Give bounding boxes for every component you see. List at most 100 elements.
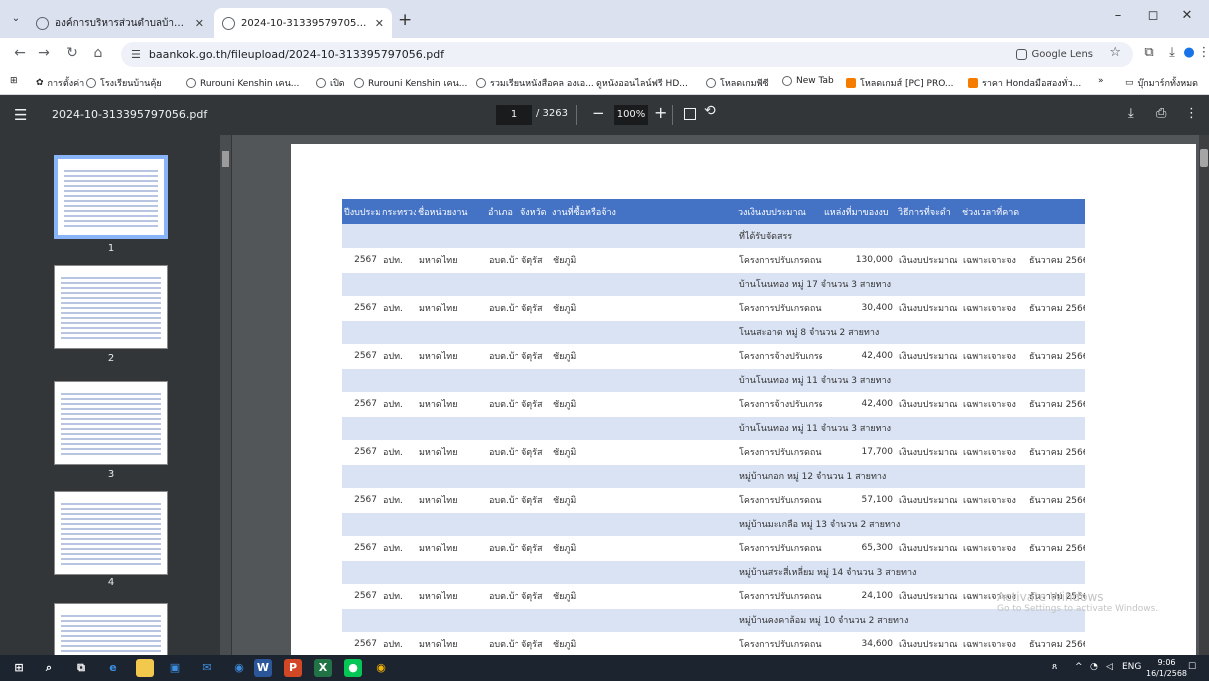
tab-search-chevron-icon[interactable]: ⌄ xyxy=(8,11,24,27)
page-thumbnail-1[interactable] xyxy=(54,155,168,239)
bookmark-item[interactable]: ✿ การตั้งค่า xyxy=(36,76,84,90)
rotate-icon[interactable]: ⟲ xyxy=(704,103,716,119)
page-thumbnail-3[interactable] xyxy=(54,381,168,465)
cell-ministry: อปท. xyxy=(380,248,416,273)
bookmark-item[interactable]: Rurouni Kenshin เคน... xyxy=(186,76,299,90)
close-tab-icon[interactable]: ✕ xyxy=(375,17,384,30)
table-subheader-row: ที่ได้รับจัดสรร xyxy=(342,224,1086,249)
print-icon[interactable]: ⎙ xyxy=(1156,106,1166,121)
cell-empty xyxy=(342,368,736,393)
watermark-line2: Go to Settings to activate Windows. xyxy=(997,604,1159,614)
cell-period: ธันวาคม 2566 xyxy=(1026,296,1086,321)
clock[interactable]: 9:06 16/1/2568 xyxy=(1146,657,1187,679)
zoom-in-button[interactable]: + xyxy=(654,103,667,122)
cell-province: ชัยภูมิ xyxy=(550,584,736,609)
site-info-icon[interactable]: ☰ xyxy=(131,48,141,61)
extensions-icon[interactable]: ⧉ xyxy=(1140,45,1158,60)
bookmark-item[interactable]: ดูหนังออนไลน์ฟรี HD... xyxy=(596,76,688,90)
powerpoint-icon[interactable]: P xyxy=(284,659,302,677)
thumbnail-scrollbar[interactable] xyxy=(220,135,231,655)
apps-grid-icon[interactable]: ⊞ xyxy=(10,76,18,86)
all-bookmarks-item[interactable]: ▭ บุ๊กมาร์กทั้งหมด xyxy=(1125,76,1198,90)
tab-title: องค์การบริหารส่วนตำบลบ้านกอก อ.จ... xyxy=(55,17,189,29)
store-icon[interactable]: ▣ xyxy=(166,659,184,677)
bookmarks-overflow-button[interactable]: » xyxy=(1098,76,1104,86)
search-icon[interactable]: ⌕ xyxy=(40,659,58,677)
cell-province: ชัยภูมิ xyxy=(550,488,736,513)
people-icon[interactable]: ጸ xyxy=(1052,662,1057,672)
url-text: baankok.go.th/fileupload/2024-10-3133957… xyxy=(148,48,445,61)
cell-project: โครงการจ้างปรับเกรดถนนลูกรังภายในหมู่บ้ xyxy=(736,344,822,369)
col-header: กระทรวง xyxy=(380,199,416,224)
tab-pdf[interactable]: 2024-10-313395797056.pdf ✕ xyxy=(214,8,392,38)
kebab-menu-icon[interactable]: ⋮ xyxy=(1195,45,1209,60)
page-thumbnail-5[interactable] xyxy=(54,603,168,655)
cell-amount: 30,400 xyxy=(822,296,896,321)
excel-icon[interactable]: X xyxy=(314,659,332,677)
zoom-out-button[interactable]: − xyxy=(592,104,605,122)
cell-source: เงินงบประมาณ xyxy=(896,392,960,417)
minimize-button[interactable]: – xyxy=(1103,8,1133,23)
cell-ministry: อปท. xyxy=(380,584,416,609)
fit-page-icon[interactable] xyxy=(684,108,696,120)
notification-icon[interactable]: ☐ xyxy=(1188,662,1196,672)
thumbnail-scrollbar-thumb[interactable] xyxy=(222,151,229,167)
close-tab-icon[interactable]: ✕ xyxy=(195,17,204,30)
network-icon[interactable]: ◔ xyxy=(1090,662,1098,672)
viewer-scrollbar[interactable] xyxy=(1199,135,1209,655)
bookmark-star-icon[interactable]: ☆ xyxy=(1109,45,1121,60)
zoom-input[interactable]: 100% xyxy=(614,105,648,125)
chrome-icon[interactable]: ◉ xyxy=(372,659,390,677)
more-actions-icon[interactable]: ⋮ xyxy=(1185,106,1198,121)
word-icon[interactable]: W xyxy=(254,659,272,677)
bookmark-item[interactable]: Rurouni Kenshin เคน... xyxy=(354,76,467,90)
mail-icon[interactable]: ✉ xyxy=(198,659,216,677)
page-number-input[interactable]: 1 xyxy=(496,105,532,125)
new-tab-button[interactable]: + xyxy=(398,10,412,30)
file-explorer-icon[interactable] xyxy=(136,659,154,677)
viewer-scrollbar-thumb[interactable] xyxy=(1200,149,1208,167)
menu-icon[interactable]: ☰ xyxy=(14,106,27,124)
cell-ministry: อปท. xyxy=(380,488,416,513)
reload-icon[interactable]: ↻ xyxy=(62,45,82,61)
bookmark-item[interactable]: New Tab xyxy=(782,76,834,86)
maximize-button[interactable]: ◻ xyxy=(1138,8,1168,23)
cell-agency: อบต.บ้านกอก xyxy=(486,440,518,465)
close-window-button[interactable]: ✕ xyxy=(1172,8,1202,23)
tab-baankok-site[interactable]: องค์การบริหารส่วนตำบลบ้านกอก อ.จ... ✕ xyxy=(28,8,212,38)
forward-arrow-icon[interactable]: → xyxy=(34,45,54,61)
address-bar[interactable]: ☰ baankok.go.th/fileupload/2024-10-31339… xyxy=(121,42,1133,67)
pdf-toolbar: ☰ 2024-10-313395797056.pdf 1 / 3263 − 10… xyxy=(0,95,1209,135)
cell-project: โครงการจ้างปรับเกรดถนนลูกรังภายใน xyxy=(736,392,822,417)
chrome-icon[interactable]: ◉ xyxy=(230,659,248,677)
bookmark-label: การตั้งค่า xyxy=(47,79,85,89)
tray-overflow-icon[interactable]: ^ xyxy=(1075,662,1083,672)
cell-amount: 42,400 xyxy=(822,344,896,369)
google-lens-button[interactable]: Google Lens xyxy=(1016,46,1093,63)
bookmark-item[interactable]: เปิด xyxy=(316,76,345,90)
table-row: 2567อปท.มหาดไทยอบต.บ้านกอกจัตุรัสชัยภูมิ… xyxy=(342,392,1086,417)
bookmark-item[interactable]: รวมเรียนหนังสือคล องเอ... xyxy=(476,76,594,90)
cell-year: 2567 xyxy=(342,584,380,609)
volume-icon[interactable]: ◁ xyxy=(1106,662,1113,672)
download-icon[interactable]: ⤓ xyxy=(1128,106,1134,121)
bookmark-item[interactable]: ราคา Hondaมือสองทั่ว... xyxy=(968,76,1081,90)
back-arrow-icon[interactable]: ← xyxy=(10,45,30,61)
bookmark-item[interactable]: โหลดเกมส์ [PC] PRO... xyxy=(846,76,954,90)
download-icon[interactable]: ⤓ xyxy=(1163,45,1181,60)
edge-icon[interactable]: e xyxy=(104,659,122,677)
page-thumbnail-4[interactable] xyxy=(54,491,168,575)
language-indicator[interactable]: ENG xyxy=(1122,662,1141,672)
col-header: วิธีการที่จะดำ xyxy=(896,199,960,224)
cell-project: โครงการปรับเกรดถนนลูกรังภายใน xyxy=(736,632,822,655)
bookmark-item[interactable]: โรงเรียนบ้านคุ้ย xyxy=(86,76,162,90)
bookmark-item[interactable]: โหลดเกมพีซี xyxy=(706,76,769,90)
table-row-continuation: บ้านโนนทอง หมู่ 11 จำนวน 3 สายทาง xyxy=(342,416,1086,441)
table-row-continuation: บ้านโนนทอง หมู่ 17 จำนวน 3 สายทาง xyxy=(342,272,1086,297)
col-header: วงเงินงบประมาณ xyxy=(736,199,822,224)
windows-start-icon[interactable]: ⊞ xyxy=(10,659,28,677)
home-icon[interactable]: ⌂ xyxy=(88,45,108,61)
page-thumbnail-2[interactable] xyxy=(54,265,168,349)
line-icon[interactable]: ● xyxy=(344,659,362,677)
task-view-icon[interactable]: ⧉ xyxy=(72,659,90,677)
